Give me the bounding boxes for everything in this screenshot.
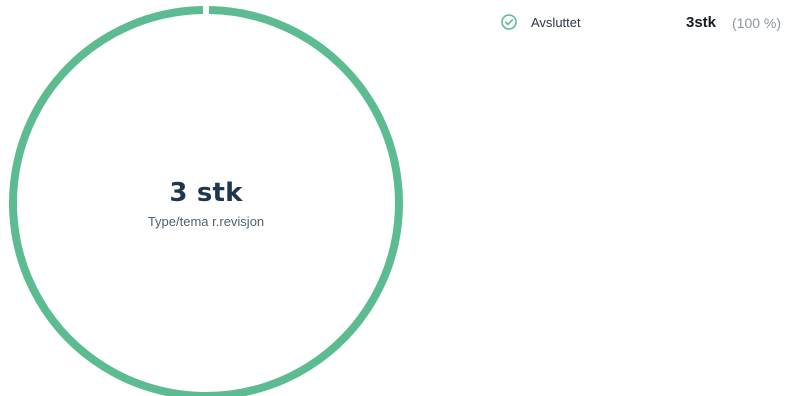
donut-chart: 3 stk Type/tema r.revisjon xyxy=(0,0,412,396)
donut-center-value: 3 stk xyxy=(169,178,243,208)
legend-percent: (100 %) xyxy=(732,15,782,31)
legend-item-avsluttet[interactable]: Avsluttet 3stk (100 %) xyxy=(500,12,790,34)
legend-value: 3stk xyxy=(686,14,717,31)
chart-page: 3 stk Type/tema r.revisjon Avsluttet 3st… xyxy=(0,0,792,396)
check-circle-icon xyxy=(501,14,517,30)
legend-label: Avsluttet xyxy=(531,15,581,30)
donut-center-label: Type/tema r.revisjon xyxy=(147,214,265,229)
